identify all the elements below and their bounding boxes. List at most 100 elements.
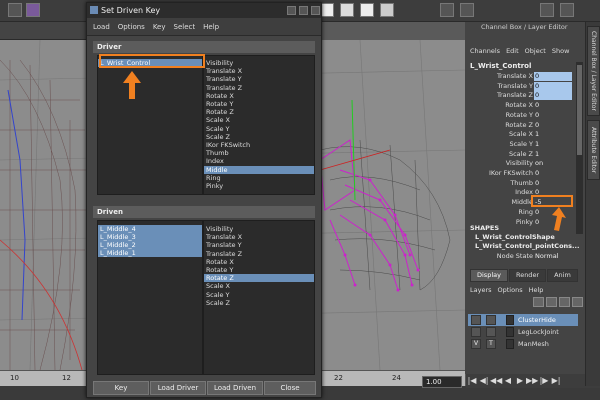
tab-render[interactable]: Render	[508, 269, 547, 282]
layer-color-swatch[interactable]	[506, 327, 514, 337]
list-item[interactable]: Rotate Y	[204, 100, 314, 108]
go-to-start-button[interactable]: |◀	[466, 374, 478, 388]
list-item[interactable]: L_Middle_1	[98, 249, 202, 257]
list-item[interactable]: Translate X	[204, 67, 314, 75]
attribute-row[interactable]: Rotate Y0	[465, 111, 585, 120]
driver-object-list[interactable]: L_Wrist_Control	[97, 55, 203, 195]
load-driven-button[interactable]: Load Driven	[207, 381, 263, 395]
menu-options[interactable]: Options	[498, 284, 529, 296]
attribute-row[interactable]: Translate Z0	[465, 91, 585, 101]
close-icon[interactable]	[311, 6, 320, 15]
menu-load[interactable]: Load	[87, 18, 114, 36]
step-back-frame-button[interactable]: ◀◀	[490, 374, 502, 388]
load-driver-button[interactable]: Load Driver	[150, 381, 206, 395]
attribute-row[interactable]: Scale Z1	[465, 150, 585, 159]
attr-value[interactable]: 0	[534, 81, 572, 91]
visibility-toggle[interactable]: V	[471, 339, 481, 349]
list-item[interactable]: Scale Y	[204, 291, 314, 299]
list-item[interactable]: Thumb	[204, 149, 314, 157]
menu-show[interactable]: Show	[549, 44, 573, 58]
attribute-row[interactable]: Ring 0	[465, 208, 585, 217]
attribute-row[interactable]: Rotate Z0	[465, 121, 585, 130]
go-to-end-button[interactable]: ▶|	[550, 374, 562, 388]
snap-view-icon[interactable]	[380, 3, 394, 17]
shape-item[interactable]: L_Wrist_ControlShape	[475, 233, 555, 241]
list-item[interactable]: Index	[204, 157, 314, 165]
menu-object[interactable]: Object	[522, 44, 549, 58]
render-icon[interactable]	[26, 3, 40, 17]
list-item[interactable]: Visibility	[204, 59, 314, 67]
render-settings-icon[interactable]	[460, 3, 474, 17]
tab-display[interactable]: Display	[470, 269, 508, 282]
tab-channel-box-layer-editor[interactable]: Channel Box / Layer Editor	[587, 26, 600, 116]
list-item[interactable]: IKor FKSwitch	[204, 141, 314, 149]
step-forward-frame-button[interactable]: ▶▶	[526, 374, 538, 388]
driven-object-list[interactable]: L_Middle_4 L_Middle_3 L_Middle_2 L_Middl…	[97, 220, 203, 375]
list-item[interactable]: Scale Y	[204, 125, 314, 133]
list-item[interactable]: Scale X	[204, 116, 314, 124]
step-forward-key-button[interactable]: |▶	[538, 374, 550, 388]
menu-edit[interactable]: Edit	[503, 44, 522, 58]
attribute-row[interactable]: Scale Y1	[465, 140, 585, 149]
attribute-row[interactable]: Visibility on	[465, 159, 585, 168]
attribute-row[interactable]: Translate X0	[465, 72, 585, 81]
list-item[interactable]: Pinky	[204, 182, 314, 190]
menu-layers[interactable]: Layers	[470, 284, 498, 296]
driver-attribute-list[interactable]: Visibility Translate X Translate Y Translat…	[203, 55, 315, 195]
attribute-row[interactable]: Scale X1	[465, 130, 585, 139]
list-item[interactable]: Scale Z	[204, 299, 314, 307]
attribute-row[interactable]: Translate Y0	[465, 81, 585, 91]
list-item[interactable]: Translate Z	[204, 84, 314, 92]
move-layer-up-icon[interactable]	[533, 297, 544, 307]
attr-value[interactable]: 0	[534, 72, 572, 81]
list-item[interactable]: Rotate Y	[204, 266, 314, 274]
attr-value[interactable]: 0	[534, 121, 572, 130]
attr-value[interactable]: on	[534, 159, 572, 168]
attr-value[interactable]: 0	[534, 169, 572, 178]
visibility-toggle[interactable]	[471, 327, 481, 337]
tab-attribute-editor[interactable]: Attribute Editor	[587, 120, 600, 180]
layer-row[interactable]: LegLockJoint	[468, 326, 578, 338]
tab-anim[interactable]: Anim	[547, 269, 578, 282]
attr-value[interactable]: 0	[534, 111, 572, 120]
snap-curve-icon[interactable]	[340, 3, 354, 17]
panel-layout-icon[interactable]	[560, 3, 574, 17]
list-item[interactable]: Scale Z	[204, 133, 314, 141]
list-item[interactable]: Rotate Z	[204, 108, 314, 116]
layer-row[interactable]: ClusterHide	[468, 314, 578, 326]
visibility-toggle[interactable]	[471, 315, 481, 325]
menu-channels[interactable]: Channels	[465, 44, 503, 58]
driven-attribute-list[interactable]: Visibility Translate X Translate Y Translat…	[203, 220, 315, 375]
play-backward-button[interactable]: ◀	[502, 374, 514, 388]
list-item[interactable]: L_Middle_3	[98, 233, 202, 241]
list-item[interactable]: Scale X	[204, 282, 314, 290]
list-item[interactable]: Translate Y	[204, 75, 314, 83]
menu-help[interactable]: Help	[199, 18, 223, 36]
list-item[interactable]: L_Middle_4	[98, 225, 202, 233]
list-item[interactable]: Translate Y	[204, 241, 314, 249]
new-layer-selected-icon[interactable]	[572, 297, 583, 307]
step-back-key-button[interactable]: ◀|	[478, 374, 490, 388]
history-icon[interactable]	[440, 3, 454, 17]
panel-icon[interactable]	[540, 3, 554, 17]
list-item[interactable]: L_Middle_2	[98, 241, 202, 249]
play-forward-button[interactable]: ▶	[514, 374, 526, 388]
snap-grid-icon[interactable]	[320, 3, 334, 17]
layer-color-swatch[interactable]	[506, 339, 514, 349]
snap-point-icon[interactable]	[360, 3, 374, 17]
list-item[interactable]: Rotate Z	[204, 274, 314, 283]
maximize-icon[interactable]	[299, 6, 308, 15]
move-layer-down-icon[interactable]	[546, 297, 557, 307]
menu-options[interactable]: Options	[114, 18, 149, 36]
list-item[interactable]: Translate Z	[204, 250, 314, 258]
new-layer-icon[interactable]	[559, 297, 570, 307]
list-item[interactable]: Ring	[204, 174, 314, 182]
attr-value[interactable]: 1	[534, 140, 572, 149]
display-type-toggle[interactable]	[486, 315, 496, 325]
menu-key[interactable]: Key	[149, 18, 170, 36]
scrollbar-thumb[interactable]	[577, 65, 582, 155]
list-item[interactable]: Translate X	[204, 233, 314, 241]
layer-color-swatch[interactable]	[506, 315, 514, 325]
attr-value[interactable]: 0	[534, 91, 572, 101]
display-type-toggle[interactable]: T	[486, 339, 496, 349]
